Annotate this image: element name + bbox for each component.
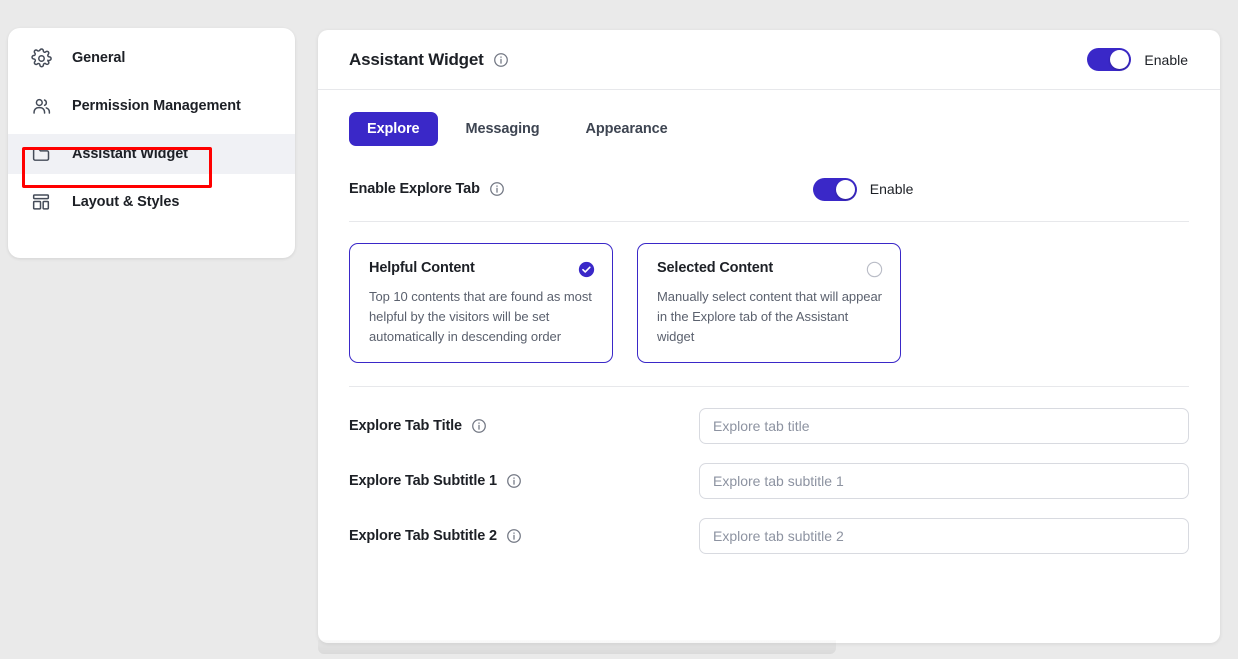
panel-bottom-scroll-strip <box>318 640 836 654</box>
assistant-widget-enable-toggle[interactable] <box>1087 48 1132 71</box>
sidebar-item-label: General <box>72 50 126 66</box>
sidebar-item-layout-and-styles[interactable]: Layout & Styles <box>8 182 295 222</box>
layout-icon <box>30 191 52 213</box>
explore-tab-enable-toggle[interactable] <box>812 177 857 201</box>
sidebar-item-label: Layout & Styles <box>72 194 180 210</box>
tab-explore[interactable]: Explore <box>349 112 438 146</box>
check-circle-filled-icon[interactable] <box>578 261 595 278</box>
sidebar-item-label: Assistant Widget <box>72 146 188 162</box>
explore-tab-subtitle-2-input[interactable] <box>699 518 1189 554</box>
tab-appearance[interactable]: Appearance <box>568 112 686 146</box>
info-icon[interactable] <box>471 418 487 434</box>
info-icon[interactable] <box>506 473 522 489</box>
info-icon[interactable] <box>506 528 522 544</box>
enable-explore-tab-control: Enable <box>812 177 914 201</box>
field-explore-tab-subtitle-2: Explore Tab Subtitle 2 <box>349 518 1189 554</box>
card-header: Selected Content <box>657 260 883 278</box>
panel-enable-control: Enable <box>1087 48 1188 71</box>
gear-icon <box>30 47 52 69</box>
divider <box>349 386 1189 387</box>
widget-tabs: Explore Messaging Appearance <box>349 112 1189 146</box>
page-title: Assistant Widget <box>349 49 484 69</box>
toggle-label: Enable <box>1144 51 1188 68</box>
sidebar-item-general[interactable]: General <box>8 38 295 78</box>
field-explore-tab-subtitle-1: Explore Tab Subtitle 1 <box>349 463 1189 499</box>
field-label: Explore Tab Subtitle 1 <box>349 473 699 489</box>
app-root: General Permission Management Assistant … <box>0 0 1238 659</box>
settings-sidebar: General Permission Management Assistant … <box>8 28 295 258</box>
card-title: Selected Content <box>657 260 774 276</box>
enable-explore-tab-row: Enable Explore Tab Enable <box>349 174 1189 204</box>
card-title: Helpful Content <box>369 260 475 276</box>
card-description: Manually select content that will appear… <box>657 289 882 344</box>
toggle-label: Enable <box>869 181 914 197</box>
info-icon[interactable] <box>489 181 505 197</box>
folder-icon <box>30 143 52 165</box>
sidebar-item-permission-management[interactable]: Permission Management <box>8 86 295 126</box>
field-label-text: Explore Tab Subtitle 1 <box>349 473 497 489</box>
assistant-widget-panel: Assistant Widget Enable Explore Messagin… <box>318 30 1220 643</box>
radio-empty-icon[interactable] <box>866 261 883 278</box>
card-description: Top 10 contents that are found as most h… <box>369 289 592 344</box>
explore-tab-fields: Explore Tab Title Explore Tab <box>349 408 1189 554</box>
enable-explore-tab-text: Enable Explore Tab <box>349 181 480 197</box>
sidebar-item-assistant-widget[interactable]: Assistant Widget <box>8 134 295 174</box>
explore-tab-title-input[interactable] <box>699 408 1189 444</box>
content-option-selected-content[interactable]: Selected Content Manually select content… <box>637 243 901 363</box>
toggle-knob <box>1110 50 1130 69</box>
toggle-knob <box>835 179 855 199</box>
content-option-helpful-content[interactable]: Helpful Content Top 10 contents that are… <box>349 243 613 363</box>
field-label: Explore Tab Subtitle 2 <box>349 528 699 544</box>
users-icon <box>30 95 52 117</box>
sidebar-item-label: Permission Management <box>72 98 241 114</box>
panel-body: Explore Messaging Appearance Enable Expl… <box>318 90 1220 554</box>
tab-messaging[interactable]: Messaging <box>448 112 558 146</box>
field-label-text: Explore Tab Subtitle 2 <box>349 528 497 544</box>
enable-explore-tab-label: Enable Explore Tab <box>349 181 505 197</box>
field-label: Explore Tab Title <box>349 418 699 434</box>
info-icon[interactable] <box>493 52 509 68</box>
card-header: Helpful Content <box>369 260 595 278</box>
field-explore-tab-title: Explore Tab Title <box>349 408 1189 444</box>
explore-tab-subtitle-1-input[interactable] <box>699 463 1189 499</box>
divider <box>349 221 1189 222</box>
panel-header: Assistant Widget Enable <box>318 30 1220 90</box>
field-label-text: Explore Tab Title <box>349 418 462 434</box>
content-option-cards: Helpful Content Top 10 contents that are… <box>349 243 1189 363</box>
